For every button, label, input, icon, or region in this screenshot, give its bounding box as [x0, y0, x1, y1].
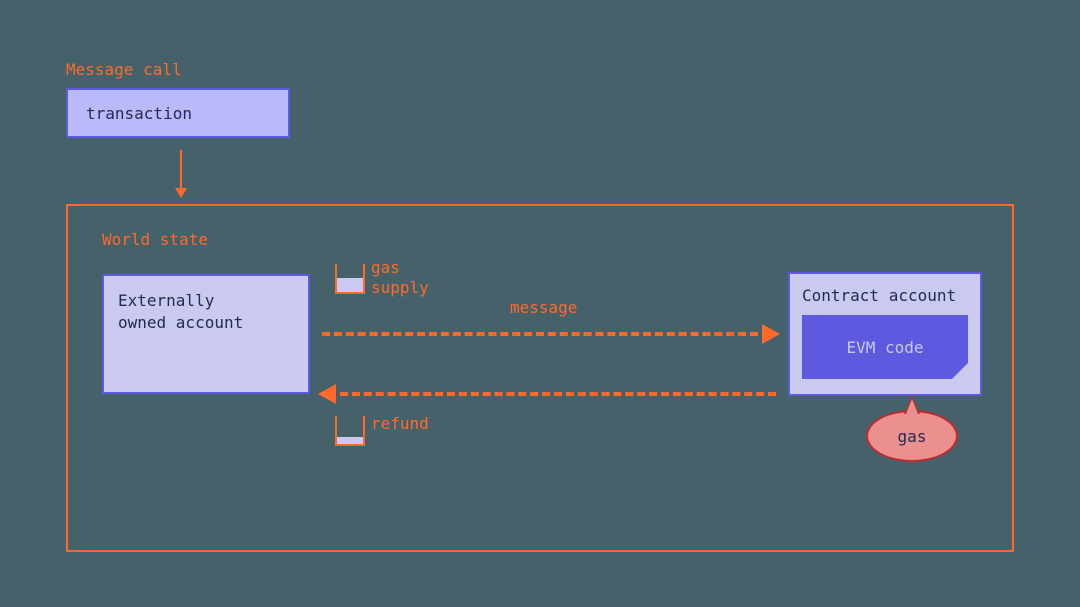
dogear-fold-icon — [952, 363, 968, 379]
contract-account-title: Contract account — [802, 286, 968, 305]
refund-cup-icon — [335, 416, 365, 446]
eoa-label: Externally owned account — [118, 291, 243, 332]
message-call-title: Message call — [66, 60, 182, 79]
transaction-box: transaction — [66, 88, 290, 138]
gas-bubble-ellipse: gas — [866, 410, 958, 462]
evm-code-label: EVM code — [846, 338, 923, 357]
evm-code-block: EVM code — [802, 315, 968, 379]
arrow-down-icon — [175, 150, 187, 198]
gas-speech-bubble: gas — [866, 396, 966, 468]
arrow-return-left-icon — [322, 382, 776, 406]
transaction-label: transaction — [86, 104, 192, 123]
message-label: message — [510, 298, 577, 317]
world-state-box: World state Externally owned account gas… — [66, 204, 1014, 552]
gas-supply-cup-icon — [335, 264, 365, 294]
world-state-title: World state — [102, 230, 208, 249]
refund-label: refund — [371, 414, 429, 433]
arrow-message-right-icon — [322, 322, 776, 346]
gas-bubble-label: gas — [898, 427, 927, 446]
gas-supply-label: gas supply — [371, 258, 429, 298]
eoa-box: Externally owned account — [102, 274, 310, 394]
contract-account-box: Contract account EVM code — [788, 272, 982, 396]
bubble-tail-inner-icon — [906, 399, 918, 414]
